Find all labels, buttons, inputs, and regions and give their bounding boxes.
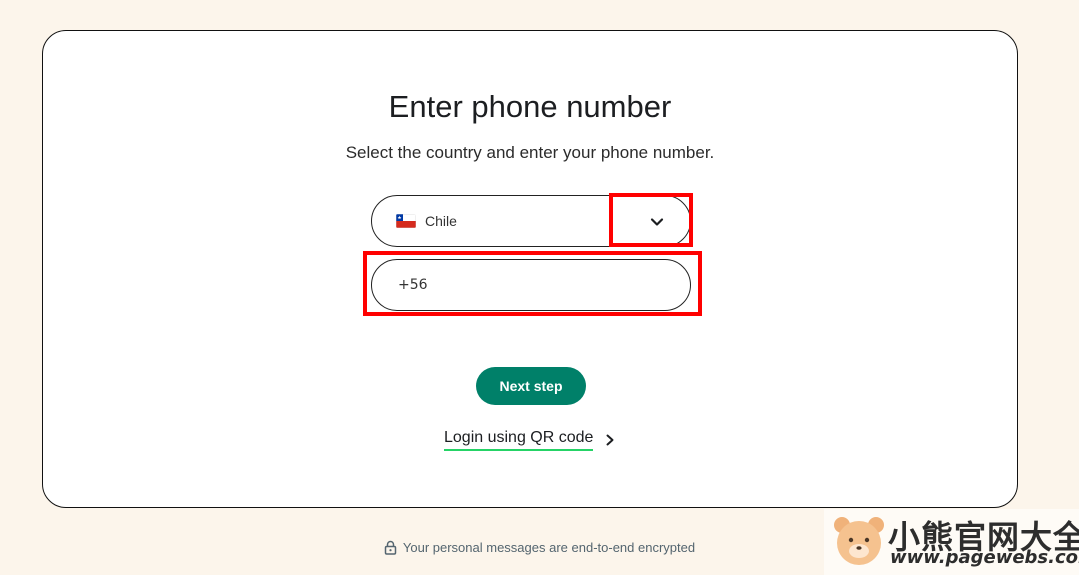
watermark-url: www.pagewebs.com [890, 547, 1079, 568]
next-step-button[interactable]: Next step [476, 367, 586, 405]
watermark: 小熊官网大全 www.pagewebs.com [824, 509, 1079, 575]
selected-country: Chile [425, 213, 457, 229]
chevron-down-icon[interactable] [648, 213, 666, 231]
lock-icon [384, 540, 397, 555]
page-subtitle: Select the country and enter your phone … [345, 143, 715, 162]
country-select[interactable]: Chile [371, 195, 691, 247]
page-title: Enter phone number [388, 89, 672, 124]
chevron-right-icon [606, 434, 614, 446]
phone-number-input[interactable] [371, 259, 691, 311]
chile-flag-icon [396, 214, 416, 228]
encryption-text: Your personal messages are end-to-end en… [402, 540, 696, 555]
qr-login-link[interactable]: Login using QR code [444, 429, 617, 451]
login-card: Enter phone number Select the country an… [42, 30, 1018, 508]
bear-logo-icon [834, 517, 884, 565]
qr-login-label[interactable]: Login using QR code [444, 429, 594, 451]
